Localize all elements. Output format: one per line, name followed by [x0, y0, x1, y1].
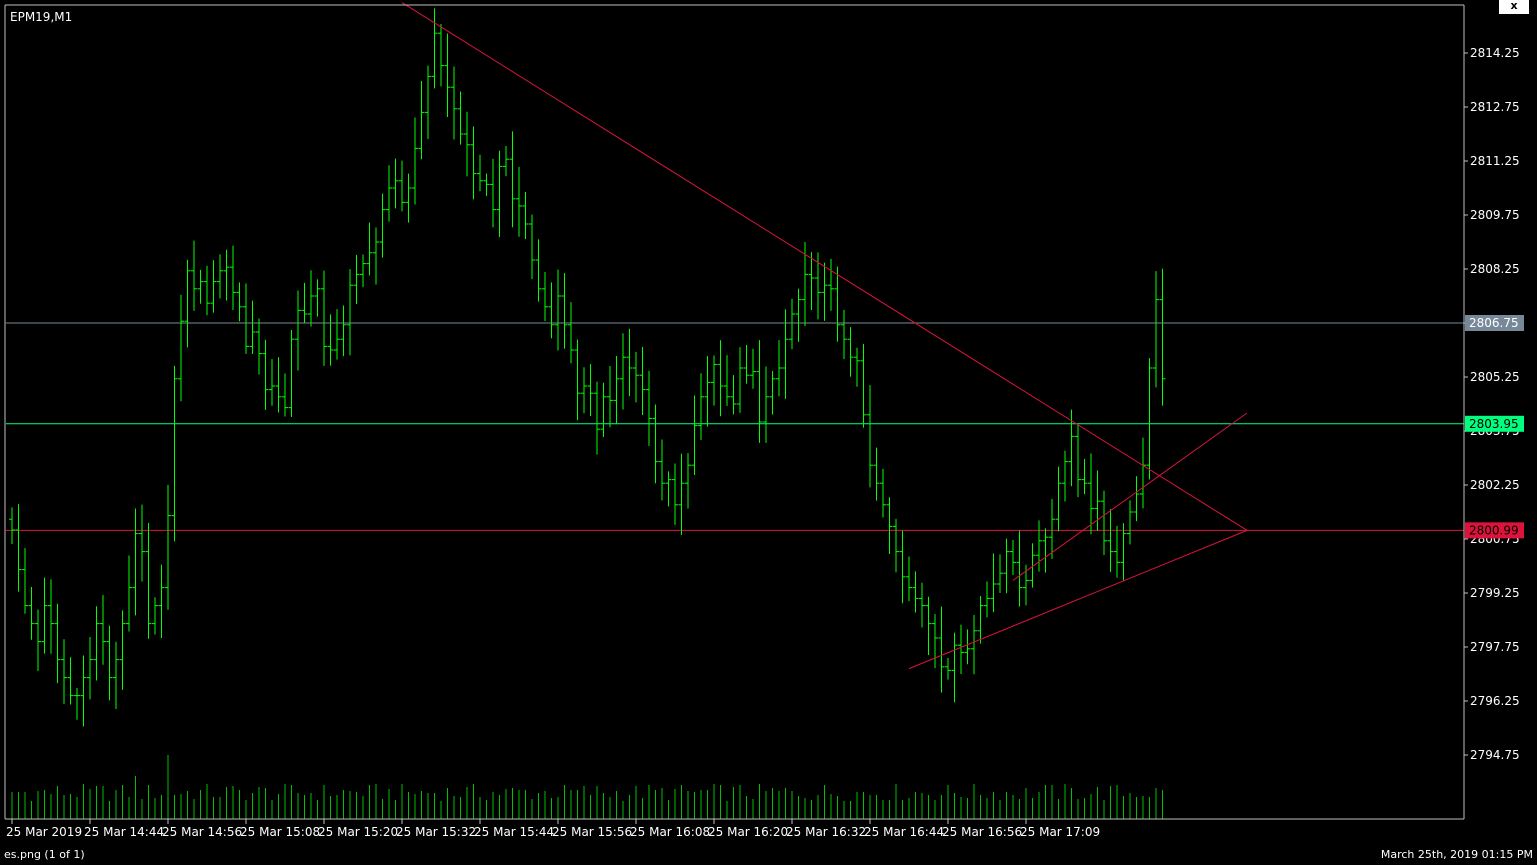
- symbol-label: EPM19,M1: [10, 10, 72, 24]
- trendlines: [401, 2, 1248, 670]
- price-axis-label: 2808.25: [1470, 262, 1520, 276]
- time-axis-label: 25 Mar 15:44: [474, 825, 554, 839]
- price-axis-label: 2811.25: [1470, 154, 1520, 168]
- trendline: [908, 529, 1248, 670]
- close-button[interactable]: x: [1498, 0, 1530, 15]
- time-axis: 25 Mar 2019 25 Mar 14:4425 Mar 14:5625 Ma…: [6, 819, 1100, 839]
- price-axis-label: 2814.25: [1470, 46, 1520, 60]
- trendline: [1012, 412, 1248, 581]
- time-axis-label: 25 Mar 2019: [6, 825, 82, 839]
- time-axis-label: 25 Mar 16:08: [630, 825, 710, 839]
- price-axis-label: 2797.75: [1470, 640, 1520, 654]
- chart-frame: [4, 4, 1465, 820]
- time-axis-label: 25 Mar 16:56: [942, 825, 1022, 839]
- price-axis-label: 2805.25: [1470, 370, 1520, 384]
- price-axis-label: 2809.75: [1470, 208, 1520, 222]
- time-axis-label: 25 Mar 15:08: [240, 825, 320, 839]
- price-level-label: 2806.75: [1469, 316, 1519, 330]
- status-bar: es.png (1 of 1) March 25th, 2019 01:15 P…: [0, 845, 1537, 865]
- time-axis-label: 25 Mar 16:32: [786, 825, 866, 839]
- time-axis-label: 25 Mar 14:44: [84, 825, 164, 839]
- price-level-label: 2803.95: [1469, 417, 1519, 431]
- time-axis-label: 25 Mar 16:20: [708, 825, 788, 839]
- price-levels: [6, 322, 1464, 531]
- price-axis-label: 2799.25: [1470, 586, 1520, 600]
- price-axis-label: 2812.75: [1470, 100, 1520, 114]
- price-chart[interactable]: 2814.25 2812.75 2811.25 2809.75 2808.25 2806.…: [0, 0, 1537, 845]
- time-axis-label: 25 Mar 17:09: [1020, 825, 1100, 839]
- price-level-label: 2800.99: [1469, 523, 1519, 537]
- time-axis-label: 25 Mar 15:32: [396, 825, 476, 839]
- time-axis-label: 25 Mar 14:56: [162, 825, 242, 839]
- price-level-labels: 2806.75 2803.95 2800.99: [1465, 315, 1524, 539]
- volume-bars: [11, 755, 1163, 819]
- time-axis-label: 25 Mar 16:44: [864, 825, 944, 839]
- time-axis-label: 25 Mar 15:56: [552, 825, 632, 839]
- time-axis-label: 25 Mar 15:20: [318, 825, 398, 839]
- trendline: [401, 2, 1248, 531]
- status-datetime: March 25th, 2019 01:15 PM: [1380, 848, 1533, 861]
- price-axis-label: 2796.25: [1470, 694, 1520, 708]
- price-axis-label: 2794.75: [1470, 748, 1520, 762]
- status-filename: es.png (1 of 1): [4, 848, 85, 861]
- ohlc-bars: [9, 8, 1166, 727]
- close-icon: x: [1510, 0, 1518, 12]
- price-axis-label: 2802.25: [1470, 478, 1520, 492]
- price-axis: 2814.25 2812.75 2811.25 2809.75 2808.25 2806.…: [1464, 46, 1520, 762]
